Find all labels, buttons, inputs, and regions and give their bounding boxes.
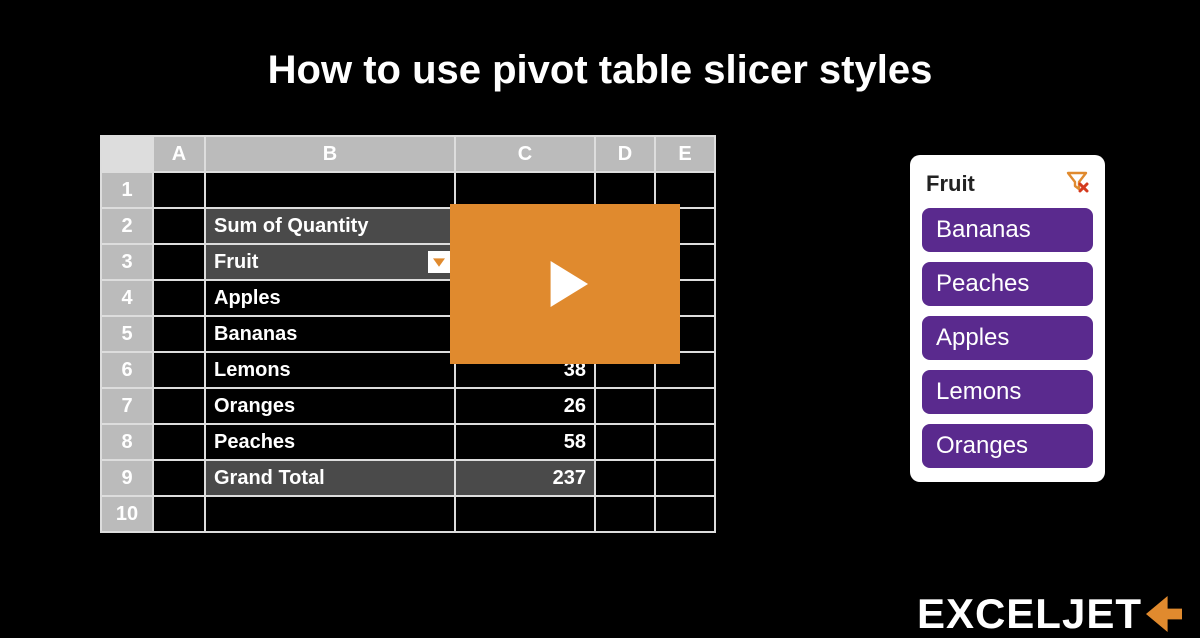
pivot-item-name[interactable]: Lemons bbox=[205, 352, 455, 388]
cell[interactable] bbox=[655, 388, 715, 424]
slicer-title: Fruit bbox=[926, 171, 975, 197]
slicer-item[interactable]: Apples bbox=[922, 316, 1093, 360]
cell[interactable] bbox=[455, 496, 595, 532]
cell[interactable] bbox=[205, 172, 455, 208]
cell[interactable] bbox=[595, 424, 655, 460]
row-header[interactable]: 7 bbox=[101, 388, 153, 424]
cell[interactable] bbox=[205, 496, 455, 532]
pivot-field-label: Fruit bbox=[214, 251, 258, 273]
slicer-item[interactable]: Lemons bbox=[922, 370, 1093, 414]
cell[interactable] bbox=[153, 424, 205, 460]
slicer-header: Fruit bbox=[922, 165, 1093, 208]
pivot-item-name[interactable]: Apples bbox=[205, 280, 455, 316]
cell[interactable] bbox=[595, 172, 655, 208]
row-header[interactable]: 10 bbox=[101, 496, 153, 532]
cell[interactable] bbox=[655, 496, 715, 532]
cell[interactable] bbox=[455, 172, 595, 208]
cell[interactable] bbox=[153, 316, 205, 352]
col-header[interactable]: A bbox=[153, 136, 205, 172]
grid-corner bbox=[101, 136, 153, 172]
cell[interactable] bbox=[595, 460, 655, 496]
col-header[interactable]: C bbox=[455, 136, 595, 172]
cell[interactable] bbox=[153, 172, 205, 208]
cell[interactable] bbox=[655, 424, 715, 460]
cell[interactable] bbox=[595, 496, 655, 532]
page-title: How to use pivot table slicer styles bbox=[0, 0, 1200, 103]
cell[interactable] bbox=[655, 460, 715, 496]
filter-dropdown-icon[interactable] bbox=[428, 251, 450, 273]
slicer-item[interactable]: Peaches bbox=[922, 262, 1093, 306]
cell[interactable] bbox=[153, 244, 205, 280]
cell[interactable] bbox=[153, 460, 205, 496]
row-header[interactable]: 6 bbox=[101, 352, 153, 388]
pivot-field-header[interactable]: Fruit bbox=[205, 244, 455, 280]
row-header[interactable]: 9 bbox=[101, 460, 153, 496]
pivot-item-qty[interactable]: 58 bbox=[455, 424, 595, 460]
col-header[interactable]: E bbox=[655, 136, 715, 172]
cell[interactable] bbox=[153, 280, 205, 316]
cell[interactable] bbox=[153, 496, 205, 532]
col-header[interactable]: D bbox=[595, 136, 655, 172]
cell[interactable] bbox=[153, 208, 205, 244]
slicer-panel[interactable]: Fruit Bananas Peaches Apples Lemons Oran… bbox=[910, 155, 1105, 482]
slicer-item[interactable]: Bananas bbox=[922, 208, 1093, 252]
pivot-item-name[interactable]: Peaches bbox=[205, 424, 455, 460]
jet-arrow-icon bbox=[1146, 596, 1182, 632]
row-header[interactable]: 4 bbox=[101, 280, 153, 316]
play-button[interactable] bbox=[450, 204, 680, 364]
pivot-item-name[interactable]: Oranges bbox=[205, 388, 455, 424]
pivot-item-name[interactable]: Bananas bbox=[205, 316, 455, 352]
play-icon bbox=[529, 248, 601, 320]
cell[interactable] bbox=[595, 388, 655, 424]
cell[interactable] bbox=[153, 352, 205, 388]
col-header[interactable]: B bbox=[205, 136, 455, 172]
clear-filter-icon[interactable] bbox=[1065, 169, 1089, 198]
cell[interactable] bbox=[655, 172, 715, 208]
slicer-item[interactable]: Oranges bbox=[922, 424, 1093, 468]
pivot-grand-value[interactable]: 237 bbox=[455, 460, 595, 496]
row-header[interactable]: 1 bbox=[101, 172, 153, 208]
row-header[interactable]: 3 bbox=[101, 244, 153, 280]
watermark-text: EXCELJET bbox=[917, 590, 1142, 638]
row-header[interactable]: 8 bbox=[101, 424, 153, 460]
pivot-item-qty[interactable]: 26 bbox=[455, 388, 595, 424]
row-header[interactable]: 5 bbox=[101, 316, 153, 352]
cell[interactable] bbox=[153, 388, 205, 424]
pivot-grand-label[interactable]: Grand Total bbox=[205, 460, 455, 496]
row-header[interactable]: 2 bbox=[101, 208, 153, 244]
watermark-logo: EXCELJET bbox=[917, 590, 1182, 638]
